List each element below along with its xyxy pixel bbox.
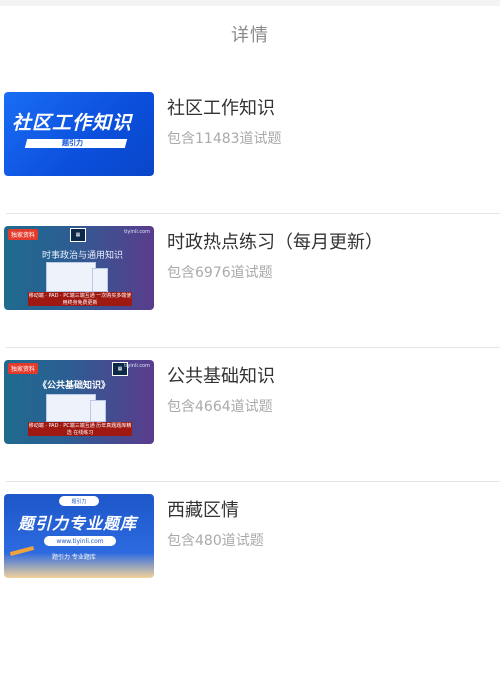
thumbnail-tag: 独家资料 [8, 363, 39, 374]
item-title[interactable]: 西藏区情 [167, 496, 239, 522]
question-bank-list: 社区工作知识 题引力 社区工作知识 包含11483道试题 独家资料 ▦ tiyi… [0, 80, 500, 616]
pen-icon [9, 545, 35, 557]
list-item[interactable]: 社区工作知识 题引力 社区工作知识 包含11483道试题 [0, 80, 500, 214]
thumbnail-brand: tiyinli.com [124, 229, 150, 235]
list-item[interactable]: 独家资料 ▦ tiyinli.com 时事政治与通用知识 移动端 · PAD ·… [0, 214, 500, 348]
thumbnail-pill: 题引力 [59, 496, 99, 506]
screen-illustration [46, 262, 96, 292]
thumbnail-banner: 移动端 · PAD · PC端三端互通 一次购买多端使用终身免费更新 [28, 292, 132, 306]
item-title[interactable]: 公共基础知识 [167, 362, 275, 388]
list-item[interactable]: 题引力 题引力专业题库 www.tiyinli.com 题引力 专业题库 西藏区… [0, 482, 500, 616]
list-item[interactable]: 独家资料 ▦ tiyinli.com 《公共基础知识》 移动端 · PAD · … [0, 348, 500, 482]
thumbnail-banner: 移动端 · PAD · PC端三端互通 历年真题题库精选 在线练习 [28, 422, 132, 436]
item-question-count: 包含11483道试题 [167, 131, 282, 147]
page-title: 详情 [231, 25, 269, 46]
tablet-illustration [92, 268, 108, 292]
thumbnail-slogan: 题引力 专业题库 [52, 554, 96, 561]
page-header: 详情 [0, 6, 500, 62]
item-thumbnail: 独家资料 ▦ tiyinli.com 时事政治与通用知识 移动端 · PAD ·… [4, 226, 154, 310]
item-question-count: 包含6976道试题 [167, 265, 273, 281]
item-question-count: 包含4664道试题 [167, 399, 273, 415]
thumbnail-subtitle: 《公共基础知识》 [38, 381, 111, 391]
thumbnail-brand: tiyinli.com [124, 363, 150, 369]
thumbnail-headline: 社区工作知识 [12, 112, 133, 134]
screen-illustration [46, 394, 96, 422]
item-thumbnail: 社区工作知识 题引力 [4, 92, 154, 176]
thumbnail-headline: 题引力专业题库 [18, 514, 138, 533]
thumbnail-tag: 独家资料 [8, 229, 39, 240]
thumbnail-bar-text: 题引力 [62, 139, 83, 147]
item-title[interactable]: 时政热点练习（每月更新） [167, 228, 383, 254]
item-thumbnail: 题引力 题引力专业题库 www.tiyinli.com 题引力 专业题库 [4, 494, 154, 578]
item-thumbnail: 独家资料 ▦ tiyinli.com 《公共基础知识》 移动端 · PAD · … [4, 360, 154, 444]
tablet-illustration [90, 400, 106, 422]
item-title[interactable]: 社区工作知识 [167, 94, 275, 120]
logo-icon: ▦ [70, 228, 86, 242]
thumbnail-url: www.tiyinli.com [44, 536, 116, 546]
thumbnail-subtitle: 时事政治与通用知识 [42, 251, 124, 261]
item-question-count: 包含480道试题 [167, 533, 264, 549]
